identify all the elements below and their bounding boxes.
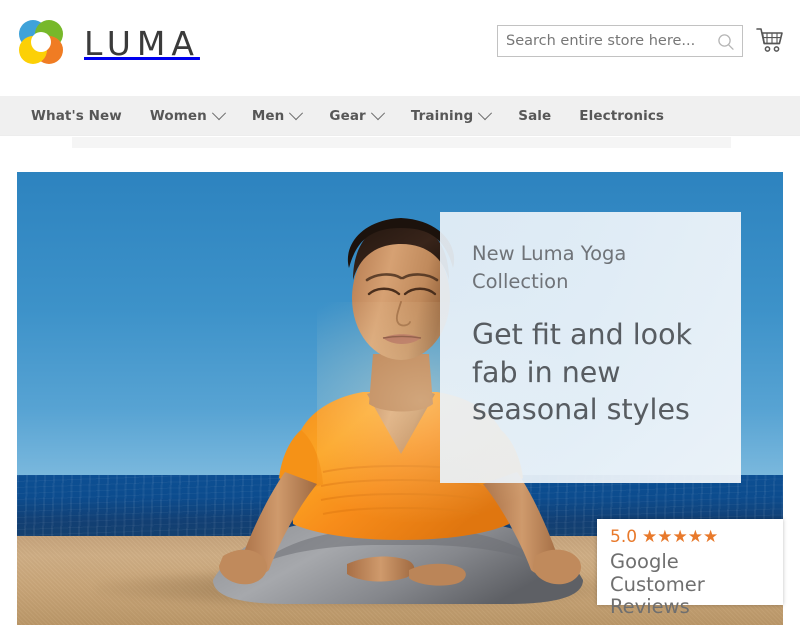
nav-item-sale[interactable]: Sale [504,96,565,136]
chevron-down-icon [478,106,493,121]
nav-item-women[interactable]: Women [136,96,238,136]
rating-score: 5.0 [610,527,638,547]
search-icon[interactable] [716,32,736,52]
site-header: LUMA [0,0,800,96]
nav-item-electronics[interactable]: Electronics [565,96,678,136]
nav-item-label: Training [410,108,474,124]
rating-stars-icon: ★★★★★ [642,527,719,547]
hero-eyebrow-text: New Luma Yoga Collection [472,242,627,294]
shopping-cart-icon[interactable] [755,25,785,55]
nav-item-men[interactable]: Men [238,96,316,136]
nav-item-label: Electronics [579,108,665,124]
nav-list: What's New Women Men Gear Training Sale … [17,96,678,136]
nav-item-label: Gear [329,108,366,124]
nav-item-label: Women [149,108,207,124]
google-customer-reviews-badge[interactable]: 5.0 ★★★★★ Google Customer Reviews [597,519,783,618]
luma-logo-link[interactable]: LUMA [12,13,200,71]
nav-dropdown-panel[interactable] [72,137,731,148]
search-input[interactable] [498,26,706,56]
reviews-brand-label: Google [610,550,679,573]
nav-item-training[interactable]: Training [397,96,504,136]
nav-item-whats-new[interactable]: What's New [17,96,136,136]
hero-headline-text: Get fit and look fab in new seasonal sty… [472,318,693,427]
hero-promo-panel[interactable]: New Luma Yoga Collection Get fit and loo… [440,212,741,483]
nav-item-label: Men [251,108,285,124]
nav-item-label: Sale [518,108,552,124]
luma-logo-text: LUMA [84,23,200,63]
nav-item-gear[interactable]: Gear [315,96,396,136]
main-navigation: What's New Women Men Gear Training Sale … [0,96,800,136]
chevron-down-icon [370,106,385,121]
rating-row: 5.0 ★★★★★ [610,529,718,546]
luma-logo-icon [12,13,70,71]
reviews-subtitle-label: Customer Reviews [610,573,705,619]
chevron-down-icon [289,106,304,121]
chevron-down-icon [211,106,226,121]
nav-item-label: What's New [31,108,122,124]
search-box[interactable] [497,25,743,57]
